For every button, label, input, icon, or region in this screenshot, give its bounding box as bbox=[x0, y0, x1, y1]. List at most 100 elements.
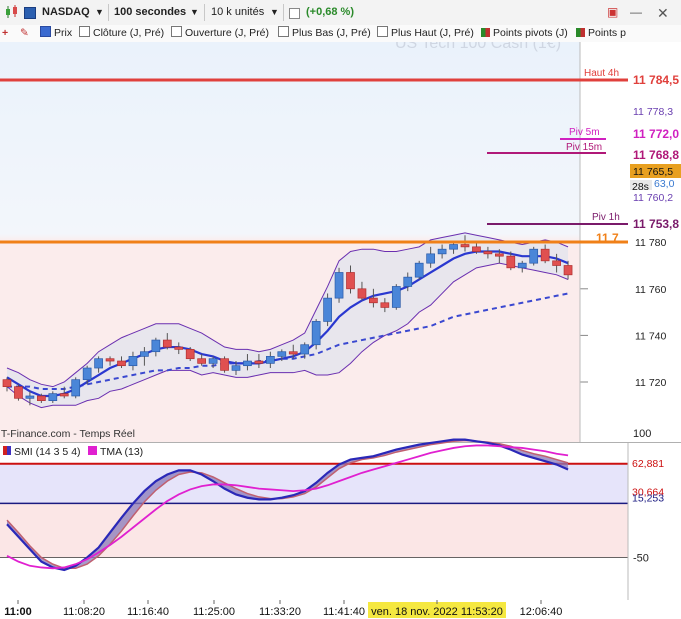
candle-body bbox=[266, 356, 275, 364]
interval-dropdown-icon[interactable]: ▼ bbox=[190, 4, 199, 21]
candle-body bbox=[243, 360, 252, 367]
candle-body bbox=[483, 251, 493, 255]
price-tick-label: 11 740 bbox=[635, 330, 666, 342]
candle-body bbox=[128, 356, 138, 367]
time-tick-label: 11:41:40 bbox=[323, 606, 365, 618]
candle-body bbox=[540, 248, 550, 262]
candle-body bbox=[151, 339, 161, 353]
instrument-swatch-icon[interactable] bbox=[24, 7, 36, 19]
option-low-prev[interactable]: Plus Bas (J, Pré) bbox=[278, 26, 371, 41]
level-signal-value: 63,0 bbox=[654, 178, 675, 190]
time-tick-label: 11:33:20 bbox=[259, 606, 301, 618]
level-band-upper-value: 11 778,3 bbox=[633, 106, 673, 118]
candle-body bbox=[472, 246, 481, 252]
candle-body bbox=[94, 358, 103, 369]
source-text: IT-Finance.com - Temps Réel bbox=[0, 428, 135, 440]
watermark: US Tech 100 Cash (1€) bbox=[395, 42, 561, 52]
candle-body bbox=[369, 297, 378, 304]
level-haut-4h-name: Haut 4h bbox=[584, 68, 619, 79]
export-icon[interactable]: ▣ bbox=[607, 5, 618, 19]
candle-body bbox=[82, 367, 92, 381]
candle-body bbox=[254, 360, 264, 364]
candle-body bbox=[506, 255, 516, 269]
candle-body bbox=[346, 272, 355, 290]
settings-icon[interactable]: ✎ bbox=[20, 26, 29, 41]
candle-body bbox=[231, 365, 241, 371]
current-price-value: 11 765,5 bbox=[633, 166, 673, 178]
candle-body bbox=[185, 349, 195, 360]
option-close-prev[interactable]: Clôture (J, Pré) bbox=[79, 26, 164, 41]
option-price[interactable]: Prix bbox=[40, 26, 72, 41]
candle-body bbox=[552, 260, 561, 266]
level-haut-4h-value: 11 784,5 bbox=[633, 73, 679, 87]
option-high-prev[interactable]: Plus Haut (J, Pré) bbox=[377, 26, 474, 41]
candle-body bbox=[117, 360, 126, 367]
price-tick-label: 11 780 bbox=[635, 237, 666, 249]
time-tick-label: 12:06:40 bbox=[520, 606, 563, 618]
candle-body bbox=[323, 297, 332, 322]
time-tick-label: 11:25:00 bbox=[193, 606, 235, 618]
candle-body bbox=[334, 272, 344, 299]
level-band-lower-value: 11 760,2 bbox=[633, 192, 673, 204]
osc-zone-lower bbox=[0, 503, 628, 558]
candle-body bbox=[162, 339, 172, 348]
candle-body bbox=[71, 379, 81, 397]
candle-body bbox=[529, 248, 539, 264]
instrument-select[interactable]: NASDAQ bbox=[42, 4, 90, 21]
add-indicator-icon[interactable]: + bbox=[2, 26, 8, 41]
price-tick-label: 11 720 bbox=[635, 377, 666, 389]
osc-legend: SMI (14 3 5 4) TMA (13) bbox=[3, 446, 143, 458]
tma-label: TMA (13) bbox=[100, 446, 143, 458]
price-tick-label: 11 760 bbox=[635, 284, 666, 296]
candle-body bbox=[105, 358, 115, 362]
interval-select[interactable]: 100 secondes bbox=[114, 4, 186, 21]
minimize-icon[interactable]: — bbox=[630, 5, 642, 19]
instrument-dropdown-icon[interactable]: ▼ bbox=[95, 4, 104, 21]
candle-body bbox=[48, 393, 58, 401]
osc-smi-value: 62,881 bbox=[632, 458, 664, 470]
candle-body bbox=[25, 395, 35, 399]
level-piv1h-value: 11 753,8 bbox=[633, 217, 679, 231]
time-tick-label: 11:00 bbox=[4, 606, 32, 618]
candle-body bbox=[311, 321, 321, 346]
osc-divider bbox=[0, 442, 681, 443]
chart-type-icon[interactable] bbox=[4, 4, 20, 21]
level-orange-value: 11 7 bbox=[596, 231, 619, 245]
candle-body bbox=[460, 244, 470, 248]
candle-body bbox=[288, 351, 298, 355]
level-piv15m-name: Piv 15m bbox=[566, 142, 602, 153]
variation-checkbox[interactable] bbox=[289, 8, 300, 19]
candle-body bbox=[197, 358, 206, 364]
close-icon[interactable]: ✕ bbox=[657, 5, 669, 22]
candle-body bbox=[563, 265, 573, 276]
candle-body bbox=[391, 286, 401, 308]
option-pivot-points[interactable]: Points pivots (J) bbox=[481, 26, 568, 41]
price-change: (+0,68 %) bbox=[306, 6, 354, 18]
candle-body bbox=[517, 262, 527, 269]
option-pivot-points-2[interactable]: Points p bbox=[576, 26, 626, 41]
candle-body bbox=[220, 358, 229, 371]
candle-body bbox=[59, 393, 69, 397]
level-piv5m-name: Piv 5m bbox=[569, 127, 600, 138]
candle-body bbox=[300, 344, 310, 355]
options-bar: + ✎ Prix Clôture (J, Pré) Ouverture (J, … bbox=[0, 25, 681, 43]
price-chart[interactable]: US Tech 100 Cash (1€) Haut 4h 11 784,5 11 … bbox=[0, 42, 681, 619]
candle-body bbox=[140, 351, 149, 357]
time-tick-label: 11:16:40 bbox=[127, 606, 169, 618]
candle-body bbox=[36, 395, 46, 401]
units-select[interactable]: 10 k unités bbox=[211, 4, 264, 21]
time-tick-label: 11:08:20 bbox=[63, 606, 105, 618]
osc-tick-minus50: -50 bbox=[633, 553, 649, 565]
level-piv5m-value: 11 772,0 bbox=[633, 127, 679, 141]
option-open-prev[interactable]: Ouverture (J, Pré) bbox=[171, 26, 269, 41]
candle-body bbox=[403, 276, 413, 287]
candle-body bbox=[357, 288, 367, 299]
candle-body bbox=[14, 386, 23, 399]
osc-zero-value: 15,253 bbox=[632, 492, 664, 504]
units-dropdown-icon[interactable]: ▼ bbox=[270, 4, 279, 21]
smi-label: SMI (14 3 5 4) bbox=[14, 446, 81, 458]
candle-body bbox=[277, 351, 287, 357]
candle-body bbox=[449, 244, 458, 250]
osc-tick-100: 100 bbox=[633, 428, 651, 440]
candle-body bbox=[174, 346, 184, 350]
